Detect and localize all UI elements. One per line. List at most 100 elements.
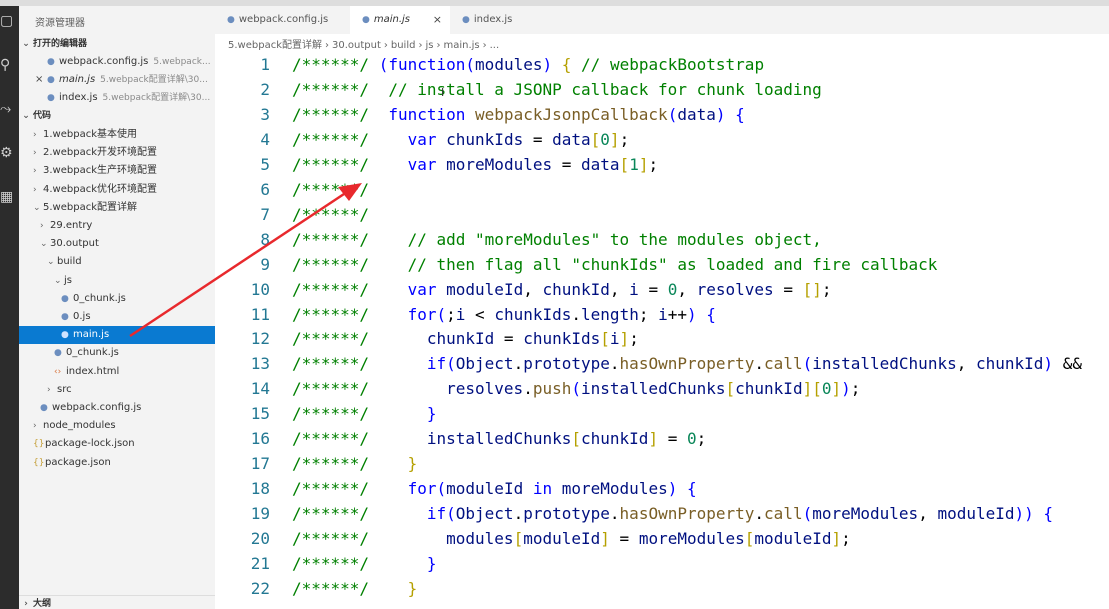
code-token: moreModules <box>812 504 919 524</box>
folder-section[interactable]: ⌄ 代码 <box>19 108 215 124</box>
file-path: 5.webpack... <box>153 57 211 67</box>
files-icon[interactable]: ▢ <box>0 10 19 32</box>
code-token: , <box>956 354 976 374</box>
close-icon[interactable]: × <box>433 6 442 34</box>
tree-folder[interactable]: › 4.webpack优化环境配置 <box>19 181 215 199</box>
tree-file[interactable]: {}package-lock.json <box>19 435 215 453</box>
tab-main-js[interactable]: ● main.js × <box>350 6 450 34</box>
code-token: ( <box>436 304 447 324</box>
open-editor-item[interactable]: ● index.js 5.webpack配置详解\30... <box>19 89 215 107</box>
debug-icon[interactable]: ⚙ <box>0 142 19 164</box>
tree-file[interactable]: ● 0.js <box>19 308 215 326</box>
tree-file[interactable]: ● main.js <box>19 326 215 345</box>
code-line[interactable]: /******/ chunkId = chunkIds[i]; <box>292 326 639 351</box>
file-name: index.js <box>59 92 98 103</box>
code-line[interactable]: /******/ installedChunks[chunkId] = 0; <box>292 426 706 451</box>
open-editor-item[interactable]: × ● main.js 5.webpack配置详解\30... <box>19 71 215 89</box>
code-line[interactable]: /******/ (function(modules) { // webpack… <box>292 52 764 77</box>
extensions-icon[interactable]: ▦ <box>0 186 19 208</box>
breadcrumb-item[interactable]: main.js <box>443 40 479 51</box>
code-line[interactable]: /******/ } <box>292 451 417 476</box>
js-file-icon: ● <box>47 57 55 67</box>
code-line[interactable]: /******/ for(;i < chunkIds.length; i++) … <box>292 302 716 327</box>
code-line[interactable]: /******/ <box>292 177 369 202</box>
code-line[interactable]: /******/ } <box>292 551 437 576</box>
tab-index-js[interactable]: ● index.js <box>450 6 545 34</box>
search-icon[interactable]: ⚲ <box>0 54 19 76</box>
tree-folder[interactable]: › 29.entry <box>19 217 215 235</box>
code-token: /******/ // then flag all "chunkIds" as … <box>292 254 938 274</box>
code-line[interactable]: /******/ resolves.push(installedChunks[c… <box>292 376 860 401</box>
breadcrumb-separator: › <box>482 40 487 51</box>
tree-item-label: main.js <box>73 329 110 341</box>
code-line[interactable]: /******/ if(Object.prototype.hasOwnPrope… <box>292 501 1053 526</box>
tree-folder[interactable]: ⌄ build <box>19 253 215 271</box>
tree-item-label: 4.webpack优化环境配置 <box>43 183 157 195</box>
code-token: i <box>629 279 639 299</box>
breadcrumb-item[interactable]: js <box>425 40 433 51</box>
breadcrumb-item[interactable]: build <box>391 40 416 51</box>
tree-folder[interactable]: › src <box>19 381 215 399</box>
code-line[interactable]: /******/ for(moduleId in moreModules) { <box>292 476 697 501</box>
close-icon[interactable]: × <box>35 71 47 89</box>
line-number: 9 <box>260 254 270 274</box>
tree-folder[interactable]: › 1.webpack基本使用 <box>19 126 215 144</box>
breadcrumb-item[interactable]: 5.webpack配置详解 <box>228 40 322 51</box>
code-line[interactable]: /******/ modules[moduleId] = moreModules… <box>292 526 851 551</box>
line-number: 21 <box>250 554 270 573</box>
code-token: moreModules <box>638 529 745 549</box>
code-token: i <box>609 329 620 349</box>
tree-file[interactable]: ● webpack.config.js <box>19 399 215 417</box>
tree-file[interactable]: ● 0_chunk.js <box>19 344 215 362</box>
outline-section[interactable]: › 大纲 <box>19 595 215 609</box>
code-token: = <box>638 279 668 299</box>
code-line[interactable]: /******/ <box>292 202 369 227</box>
tree-item-label: 5.webpack配置详解 <box>43 201 137 213</box>
code-token: = <box>523 129 553 149</box>
tree-folder[interactable]: › node_modules <box>19 417 215 435</box>
code-line[interactable]: /******/ } <box>292 576 417 601</box>
code-token: function <box>388 55 466 74</box>
tab-webpack-config-js[interactable]: ● webpack.config.js <box>215 6 350 34</box>
code-token: { <box>735 104 745 124</box>
breadcrumb-item[interactable]: 30.output <box>332 40 381 51</box>
chevron-right-icon: › <box>33 166 37 177</box>
code-token: ] <box>831 379 842 399</box>
tree-folder[interactable]: ⌄ js <box>19 272 215 290</box>
code-token: var <box>407 154 437 174</box>
code-line[interactable]: /******/ var moreModules = data[1]; <box>292 152 658 177</box>
code-token: . <box>754 354 765 374</box>
code-line[interactable]: /******/ function webpackJsonpCallback(d… <box>292 102 745 127</box>
code-token: modules <box>475 55 543 74</box>
code-line[interactable]: /******/ var chunkIds = data[0]; <box>292 127 629 152</box>
js-file-icon: ● <box>47 75 55 85</box>
code-editor[interactable]: /******/ (function(modules) { // webpack… <box>292 52 1109 609</box>
code-token: chunkId <box>581 429 649 449</box>
code-token: /******/ <box>292 578 408 598</box>
tab-label: index.js <box>473 14 513 25</box>
line-number: 8 <box>260 229 270 249</box>
breadcrumb-item[interactable]: ... <box>490 40 500 51</box>
tree-file[interactable]: ● 0_chunk.js <box>19 290 215 308</box>
code-line[interactable]: /******/ // add "moreModules" to the mod… <box>292 227 822 252</box>
file-path: 5.webpack配置详解\30... <box>102 93 211 103</box>
open-editors-section[interactable]: ⌄ 打开的编辑器 <box>19 36 215 52</box>
tree-file[interactable]: ‹› index.html <box>19 363 215 381</box>
code-line[interactable]: /******/ if(Object.prototype.hasOwnPrope… <box>292 351 1082 376</box>
tree-folder[interactable]: ⌄ 5.webpack配置详解 <box>19 199 215 217</box>
tree-folder[interactable]: ⌄ 30.output <box>19 235 215 253</box>
source-control-icon[interactable]: ⤳ <box>0 98 19 120</box>
code-token: prototype <box>523 354 610 374</box>
code-token: ; <box>821 279 832 299</box>
code-token: . <box>513 504 524 524</box>
code-token: 0 <box>686 429 697 449</box>
tree-folder[interactable]: › 2.webpack开发环境配置 <box>19 144 215 162</box>
code-line[interactable]: /******/ // then flag all "chunkIds" as … <box>292 252 937 277</box>
code-line[interactable]: /******/ var moduleId, chunkId, i = 0, r… <box>292 277 832 302</box>
code-line[interactable]: /******/ // install a JSONP callback for… <box>292 77 822 102</box>
code-line[interactable]: /******/ } <box>292 401 437 426</box>
tree-folder[interactable]: › 3.webpack生产环境配置 <box>19 162 215 180</box>
open-editor-item[interactable]: ● webpack.config.js 5.webpack... <box>19 53 215 71</box>
tree-file[interactable]: {}package.json <box>19 454 215 472</box>
